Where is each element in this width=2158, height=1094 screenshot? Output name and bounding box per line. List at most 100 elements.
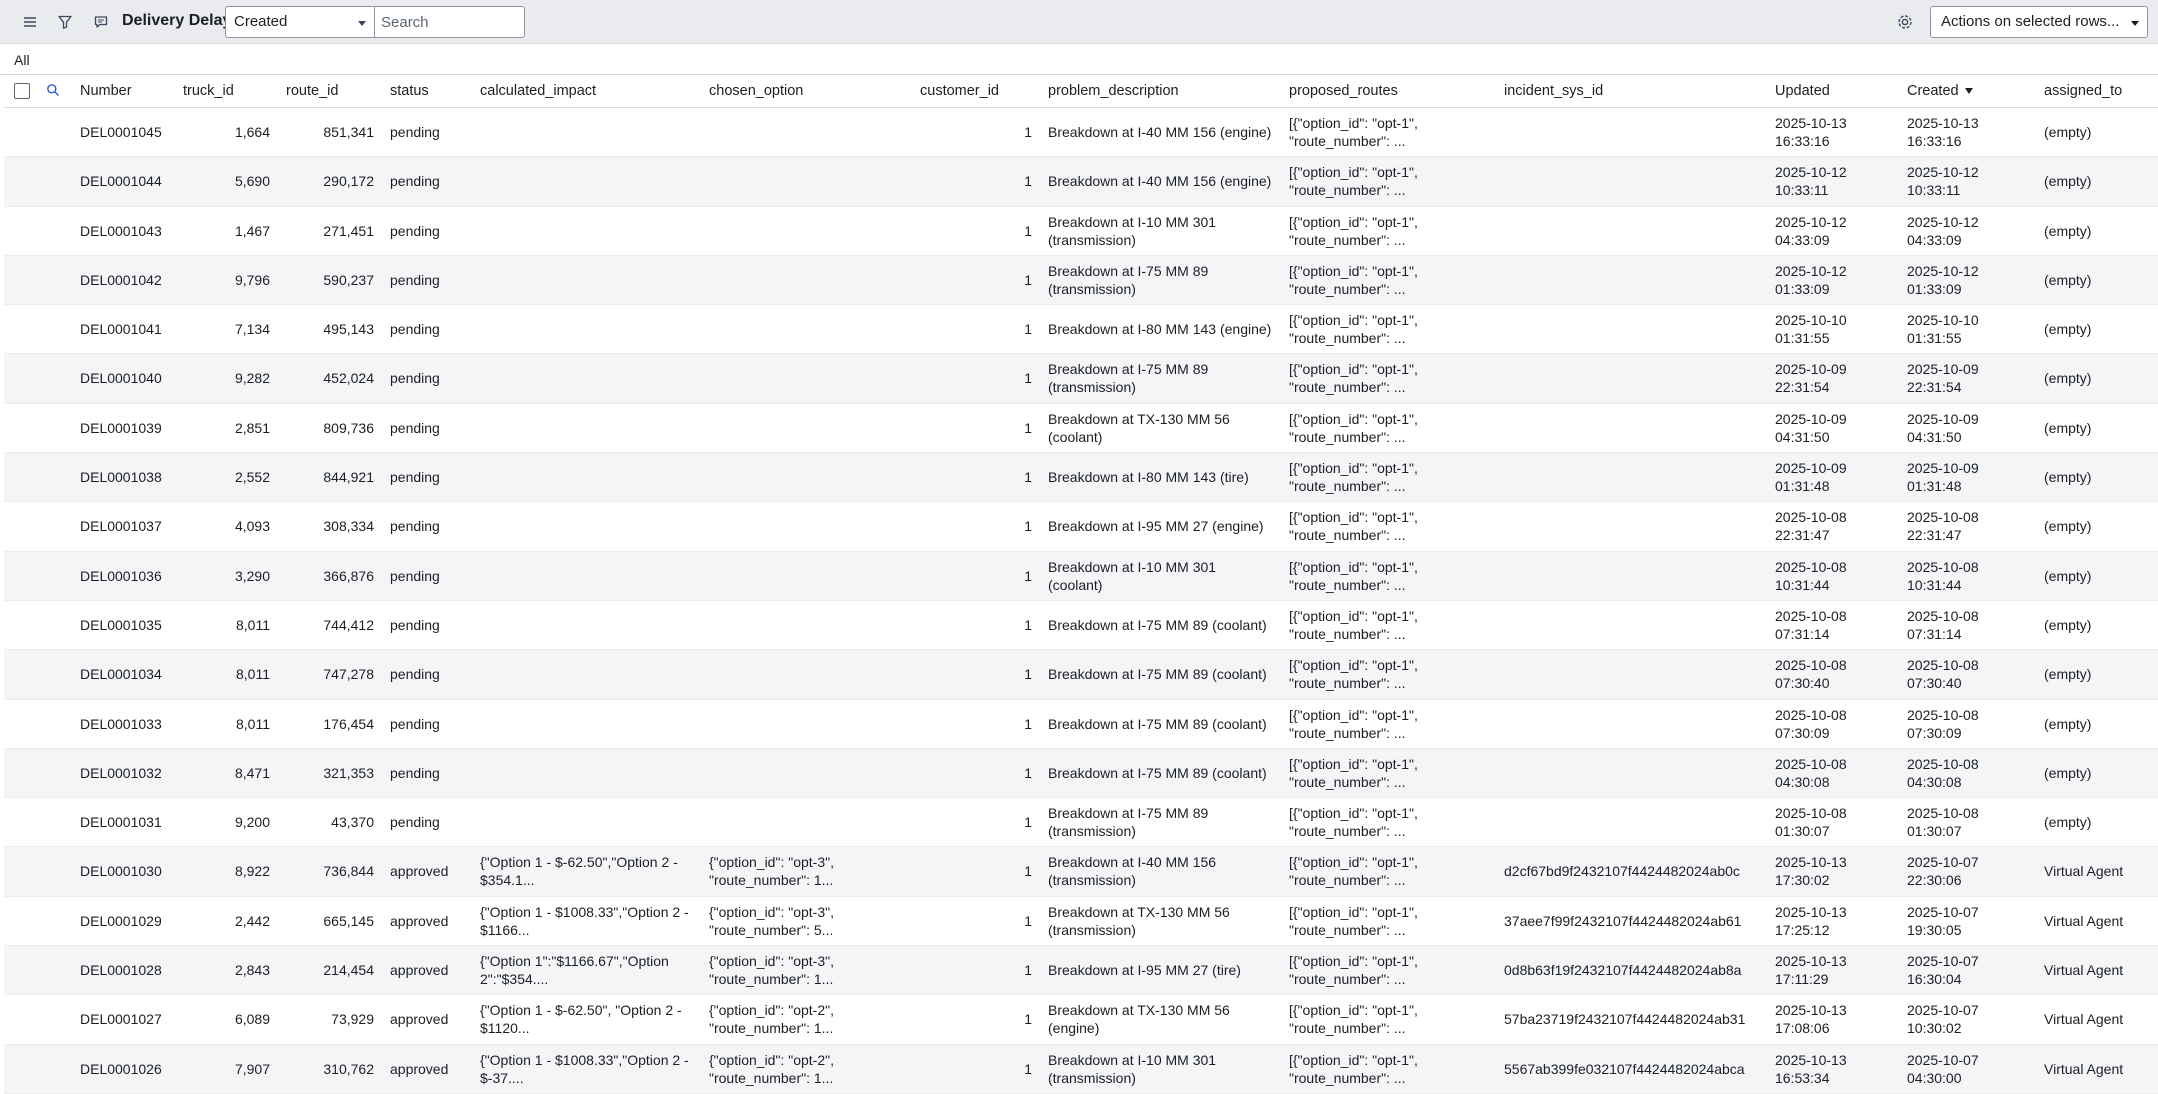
calculated-impact-cell bbox=[480, 114, 690, 132]
search-field-select[interactable]: Created bbox=[225, 6, 375, 38]
table-row[interactable]: DEL0001028 2,843 214,454 approved {"Option 1… bbox=[4, 946, 2158, 996]
header-number[interactable]: Number bbox=[80, 83, 132, 99]
problem-description-cell-line: Breakdown at I-10 MM 301 bbox=[1048, 558, 1217, 575]
header-status[interactable]: status bbox=[390, 83, 429, 99]
table-row[interactable]: DEL0001035 8,011 744,412 pending 1 Breakdown … bbox=[4, 601, 2158, 651]
breadcrumb-all[interactable]: All bbox=[14, 52, 30, 68]
updated-cell-line: 2025-10-12 bbox=[1775, 262, 1847, 279]
updated-cell: 2025-10-13 17:25:12 bbox=[1775, 903, 1895, 939]
assigned-to-cell[interactable]: Virtual Agent bbox=[2044, 961, 2123, 979]
column-search-icon[interactable] bbox=[46, 83, 60, 101]
assigned-to-cell[interactable]: Virtual Agent bbox=[2044, 912, 2123, 930]
problem-description-cell: Breakdown at I-10 MM 301 (coolant) bbox=[1048, 558, 1276, 594]
problem-description-cell: Breakdown at I-95 MM 27 (tire) bbox=[1048, 961, 1276, 979]
proposed-routes-cell: [{"option_id": "opt-1", "route_number": .… bbox=[1289, 459, 1489, 495]
problem-description-cell-line: Breakdown at I-10 MM 301 bbox=[1048, 213, 1217, 230]
assigned-to-cell[interactable]: Virtual Agent bbox=[2044, 862, 2123, 880]
header-created-label: Created bbox=[1907, 83, 1959, 99]
proposed-routes-cell-line: "route_number": ... bbox=[1289, 724, 1406, 741]
problem-description-cell-line: (transmission) bbox=[1048, 872, 1136, 889]
chosen-option-cell bbox=[709, 607, 914, 625]
route-id-cell: 851,341 bbox=[323, 124, 374, 140]
assigned-to-cell[interactable]: Virtual Agent bbox=[2044, 1060, 2123, 1078]
problem-description-cell-line: Breakdown at I-75 MM 89 bbox=[1048, 262, 1209, 279]
truck-id-cell: 8,011 bbox=[236, 715, 270, 732]
select-all-checkbox[interactable] bbox=[14, 83, 30, 99]
problem-description-cell: Breakdown at I-40 MM 156 (engine) bbox=[1048, 123, 1276, 141]
header-updated[interactable]: Updated bbox=[1775, 83, 1830, 99]
table-row[interactable]: DEL0001041 7,134 495,143 pending 1 Breakdown … bbox=[4, 305, 2158, 355]
table-row[interactable]: DEL0001036 3,290 366,876 pending 1 Breakdown … bbox=[4, 551, 2158, 601]
customer-id-cell: 1 bbox=[1024, 419, 1032, 436]
assigned-to-cell: (empty) bbox=[2044, 419, 2092, 436]
search-input[interactable] bbox=[375, 6, 525, 38]
header-proposed-routes[interactable]: proposed_routes bbox=[1289, 83, 1398, 99]
updated-cell-line: 04:33:09 bbox=[1775, 231, 1830, 248]
created-cell-line: 04:31:50 bbox=[1907, 428, 1962, 445]
truck-id-cell: 1,467 bbox=[234, 222, 270, 239]
created-cell-line: 01:31:55 bbox=[1907, 330, 1962, 347]
route-id-cell: 844,921 bbox=[323, 469, 374, 486]
table-row[interactable]: DEL0001031 9,200 43,370 pending 1 Breakdown a… bbox=[4, 798, 2158, 848]
sort-descending-icon bbox=[1964, 88, 1973, 95]
comment-icon[interactable] bbox=[89, 10, 113, 34]
table-row[interactable]: DEL0001034 8,011 747,278 pending 1 Breakdown … bbox=[4, 650, 2158, 700]
created-cell: 2025-10-08 10:31:44 bbox=[1907, 558, 2027, 594]
created-cell: 2025-10-07 10:30:02 bbox=[1907, 1001, 2027, 1037]
table-row[interactable]: DEL0001043 1,467 271,451 pending 1 Breakdown … bbox=[4, 207, 2158, 256]
table-row[interactable]: DEL0001027 6,089 73,929 approved {"Option 1 … bbox=[4, 995, 2158, 1045]
route-id-cell: 290,172 bbox=[323, 173, 374, 190]
assigned-to-cell[interactable]: Virtual Agent bbox=[2044, 1010, 2123, 1028]
created-cell-line: 10:30:02 bbox=[1907, 1020, 1962, 1037]
actions-on-selected-rows-select[interactable]: Actions on selected rows... bbox=[1930, 6, 2148, 38]
created-cell-line: 04:30:00 bbox=[1907, 1069, 1962, 1086]
hamburger-menu-icon[interactable] bbox=[18, 10, 42, 34]
header-assigned-to[interactable]: assigned_to bbox=[2044, 83, 2122, 99]
gear-icon[interactable] bbox=[1893, 10, 1917, 34]
customer-id-cell: 1 bbox=[1024, 222, 1032, 239]
filter-icon[interactable] bbox=[53, 10, 77, 34]
route-id-cell: 271,451 bbox=[323, 222, 374, 239]
created-cell: 2025-10-07 19:30:05 bbox=[1907, 903, 2027, 939]
proposed-routes-cell-line: [{"option_id": "opt-1", bbox=[1289, 361, 1418, 378]
proposed-routes-cell-line: "route_number": ... bbox=[1289, 625, 1406, 642]
updated-cell-line: 07:30:40 bbox=[1775, 675, 1830, 692]
chosen-option-cell bbox=[709, 262, 914, 280]
calculated-impact-cell bbox=[480, 508, 690, 526]
updated-cell-line: 17:25:12 bbox=[1775, 921, 1830, 938]
problem-description-cell: Breakdown at I-75 MM 89 (transmission) bbox=[1048, 804, 1276, 840]
problem-description-cell-line: (coolant) bbox=[1048, 576, 1103, 593]
header-created[interactable]: Created bbox=[1907, 83, 1973, 99]
created-cell: 2025-10-09 04:31:50 bbox=[1907, 410, 2027, 446]
proposed-routes-cell-line: "route_number": ... bbox=[1289, 823, 1406, 840]
table-row[interactable]: DEL0001032 8,471 321,353 pending 1 Breakdown … bbox=[4, 748, 2158, 799]
created-cell-line: 2025-10-12 bbox=[1907, 262, 1979, 279]
updated-cell-line: 2025-10-13 bbox=[1775, 953, 1847, 970]
header-incident-sys-id[interactable]: incident_sys_id bbox=[1504, 83, 1603, 99]
header-route-id[interactable]: route_id bbox=[286, 83, 338, 99]
table-row[interactable]: DEL0001026 7,907 310,762 approved {"Option 1… bbox=[4, 1044, 2158, 1094]
table-row[interactable]: DEL0001029 2,442 665,145 approved {"Option 1… bbox=[4, 897, 2158, 947]
table-row[interactable]: DEL0001033 8,011 176,454 pending 1 Breakdown … bbox=[4, 700, 2158, 749]
table-row[interactable]: DEL0001044 5,690 290,172 pending 1 Breakdown … bbox=[4, 157, 2158, 207]
updated-cell-line: 2025-10-09 bbox=[1775, 361, 1847, 378]
table-row[interactable]: DEL0001045 1,664 851,341 pending 1 Breakdown … bbox=[4, 108, 2158, 158]
header-chosen-option[interactable]: chosen_option bbox=[709, 83, 803, 99]
header-customer-id[interactable]: customer_id bbox=[920, 83, 999, 99]
header-problem-description[interactable]: problem_description bbox=[1048, 83, 1179, 99]
header-truck-id[interactable]: truck_id bbox=[183, 83, 234, 99]
table-row[interactable]: DEL0001039 2,851 809,736 pending 1 Breakdown … bbox=[4, 404, 2158, 454]
chosen-option-cell bbox=[709, 114, 914, 132]
table-row[interactable]: DEL0001030 8,922 736,844 approved {"Option 1… bbox=[4, 847, 2158, 897]
problem-description-cell-line: (transmission) bbox=[1048, 231, 1136, 248]
truck-id-cell: 2,851 bbox=[234, 419, 270, 436]
table-row[interactable]: DEL0001038 2,552 844,921 pending 1 Breakdown … bbox=[4, 453, 2158, 503]
table-row[interactable]: DEL0001042 9,796 590,237 pending 1 Breakdown … bbox=[4, 255, 2158, 306]
calculated-impact-cell-line: $354.1... bbox=[480, 872, 535, 889]
customer-id-cell: 1 bbox=[1024, 962, 1032, 979]
created-cell: 2025-10-13 16:33:16 bbox=[1907, 114, 2027, 150]
table-row[interactable]: DEL0001037 4,093 308,334 pending 1 Breakdown … bbox=[4, 502, 2158, 552]
header-calculated-impact[interactable]: calculated_impact bbox=[480, 83, 596, 99]
proposed-routes-cell-line: "route_number": ... bbox=[1289, 675, 1406, 692]
table-row[interactable]: DEL0001040 9,282 452,024 pending 1 Breakdown … bbox=[4, 354, 2158, 404]
